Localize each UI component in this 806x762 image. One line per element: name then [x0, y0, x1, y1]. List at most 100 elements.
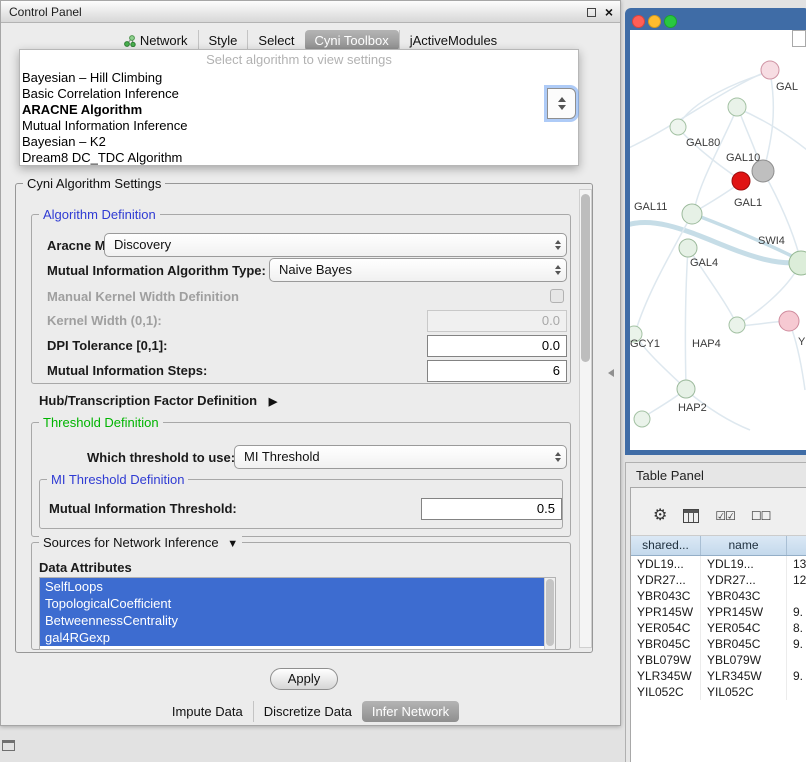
attributes-list-scrollbar[interactable] — [544, 578, 555, 649]
column-browser-icon[interactable] — [683, 509, 699, 523]
zoom-traffic-light[interactable] — [664, 15, 677, 28]
mi-type-select[interactable]: Naive Bayes — [269, 258, 567, 282]
gear-icon[interactable]: ⚙ — [653, 508, 667, 524]
table-cell: 9. — [787, 668, 806, 684]
table-cell: YIL052C — [701, 684, 787, 700]
network-node[interactable] — [728, 98, 746, 116]
network-node[interactable] — [677, 380, 695, 398]
attribute-item[interactable]: BetweennessCentrality — [40, 612, 555, 629]
network-node[interactable] — [679, 239, 697, 257]
table-row[interactable]: YER054CYER054C8. — [631, 620, 806, 636]
collapsed-arrow-icon: ▶ — [269, 396, 277, 408]
attribute-item[interactable]: SelfLoops — [40, 578, 555, 595]
aracne-mode-value: Discovery — [114, 237, 171, 252]
minimized-panel-icon[interactable] — [2, 740, 15, 751]
float-window-icon[interactable] — [587, 8, 596, 17]
bottom-tab-discretize-data[interactable]: Discretize Data — [253, 701, 362, 722]
algorithm-option[interactable]: Dream8 DC_TDC Algorithm — [20, 150, 578, 166]
tab-jactivemodules[interactable]: jActiveModules — [399, 30, 507, 51]
table-row[interactable]: YLR345WYLR345W9. — [631, 668, 806, 684]
network-edge[interactable] — [790, 324, 805, 390]
aracne-mode-select[interactable]: Discovery — [104, 233, 567, 257]
which-threshold-label: Which threshold to use: — [87, 450, 235, 465]
network-node[interactable] — [729, 317, 745, 333]
settings-scrollbar[interactable] — [579, 189, 592, 648]
algorithm-combobox-stepper[interactable] — [547, 88, 576, 119]
settings-scroll-thumb[interactable] — [581, 194, 590, 362]
node-label: GAL10 — [726, 152, 760, 164]
select-all-icon[interactable]: ☑☑ — [715, 509, 735, 523]
tab-network[interactable]: Network — [114, 30, 198, 51]
window-title: Control Panel — [9, 5, 82, 19]
table-row[interactable]: YIL052CYIL052C — [631, 684, 806, 700]
network-edge[interactable] — [685, 249, 688, 386]
attribute-item[interactable]: TopologicalCoefficient — [40, 595, 555, 612]
network-node[interactable] — [732, 172, 750, 190]
table-cell: YBL079W — [631, 652, 701, 668]
node-label: GAL — [776, 81, 798, 93]
network-edge[interactable] — [636, 216, 691, 330]
column-header[interactable] — [787, 536, 806, 555]
expanded-arrow-icon: ▼ — [227, 538, 238, 550]
algorithm-option[interactable]: Bayesian – Hill Climbing — [20, 70, 578, 86]
cyni-settings-title: Cyni Algorithm Settings — [23, 176, 165, 191]
column-header[interactable]: name — [701, 536, 787, 555]
sources-group-toggle[interactable]: Sources for Network Inference ▼ — [39, 535, 242, 550]
deselect-all-icon[interactable]: ☐☐ — [751, 509, 771, 523]
table-cell: YER054C — [701, 620, 787, 636]
kernel-width-label: Kernel Width (0,1): — [47, 313, 162, 328]
manual-kernel-checkbox[interactable] — [550, 289, 564, 303]
network-canvas-area: GALGAL80GAL10GAL11GAL1SWI4GAL4GCY1HAP4YH… — [630, 30, 806, 450]
network-node[interactable] — [670, 119, 686, 135]
mi-steps-field[interactable]: 6 — [427, 360, 567, 382]
table-cell: YDL19... — [701, 556, 787, 572]
kernel-width-field[interactable]: 0.0 — [427, 310, 567, 332]
table-toolbar: ⚙ ☑☑ ☐☐ — [631, 488, 806, 536]
tab-style[interactable]: Style — [198, 30, 248, 51]
close-traffic-light[interactable] — [632, 15, 645, 28]
tab-select[interactable]: Select — [247, 30, 304, 51]
algorithm-option[interactable]: Basic Correlation Inference — [20, 86, 578, 102]
table-row[interactable]: YBL079WYBL079W — [631, 652, 806, 668]
table-row[interactable]: YDR27...YDR27...12 — [631, 572, 806, 588]
attributes-scroll-thumb[interactable] — [546, 579, 554, 646]
network-node[interactable] — [761, 61, 779, 79]
mi-threshold-field[interactable]: 0.5 — [421, 498, 562, 520]
network-node[interactable] — [682, 204, 702, 224]
splitter-collapse-arrow[interactable] — [608, 369, 614, 377]
algorithm-option[interactable]: Bayesian – K2 — [20, 134, 578, 150]
table-row[interactable]: YDL19...YDL19...13 — [631, 556, 806, 572]
close-icon[interactable]: × — [605, 4, 613, 20]
data-attributes-list[interactable]: SelfLoopsTopologicalCoefficientBetweenne… — [39, 577, 556, 650]
network-node[interactable] — [634, 411, 650, 427]
attribute-item[interactable]: gal4RGexp — [40, 629, 555, 646]
table-row[interactable]: YBR043CYBR043C — [631, 588, 806, 604]
table-row[interactable]: YPR145WYPR145W9. — [631, 604, 806, 620]
bottom-tabs: Impute DataDiscretize DataInfer Network — [1, 700, 620, 723]
network-view-window[interactable]: GALGAL80GAL10GAL11GAL1SWI4GAL4GCY1HAP4YH… — [625, 8, 806, 455]
algorithm-option[interactable]: ARACNE Algorithm — [20, 102, 578, 118]
combo-stepper-icon — [555, 259, 561, 281]
network-edge[interactable] — [764, 72, 773, 170]
bottom-tab-impute-data[interactable]: Impute Data — [162, 701, 253, 722]
table-cell — [787, 652, 806, 668]
bottom-tab-infer-network[interactable]: Infer Network — [362, 701, 459, 722]
minimize-traffic-light[interactable] — [648, 15, 661, 28]
control-panel-titlebar[interactable]: Control Panel × — [1, 1, 620, 23]
node-label: GAL80 — [686, 137, 720, 149]
table-panel-body: ⚙ ☑☑ ☐☐ shared...name YDL19...YDL19...13… — [630, 487, 806, 762]
network-canvas[interactable]: GALGAL80GAL10GAL11GAL1SWI4GAL4GCY1HAP4YH… — [630, 30, 806, 450]
which-threshold-select[interactable]: MI Threshold — [234, 445, 567, 469]
network-edge[interactable] — [678, 70, 776, 126]
apply-button[interactable]: Apply — [270, 668, 338, 690]
network-scrollbar-button[interactable] — [792, 30, 806, 47]
dpi-tolerance-field[interactable]: 0.0 — [427, 335, 567, 357]
stepper-up-icon — [558, 97, 566, 102]
tab-cyni-toolbox[interactable]: Cyni Toolbox — [305, 30, 399, 51]
dpi-tolerance-label: DPI Tolerance [0,1]: — [47, 338, 167, 353]
algorithm-option[interactable]: Mutual Information Inference — [20, 118, 578, 134]
hub-section-toggle[interactable]: Hub/Transcription Factor Definition ▶ — [39, 393, 277, 408]
table-row[interactable]: YBR045CYBR045C9. — [631, 636, 806, 652]
network-node[interactable] — [779, 311, 799, 331]
column-header[interactable]: shared... — [631, 536, 701, 555]
